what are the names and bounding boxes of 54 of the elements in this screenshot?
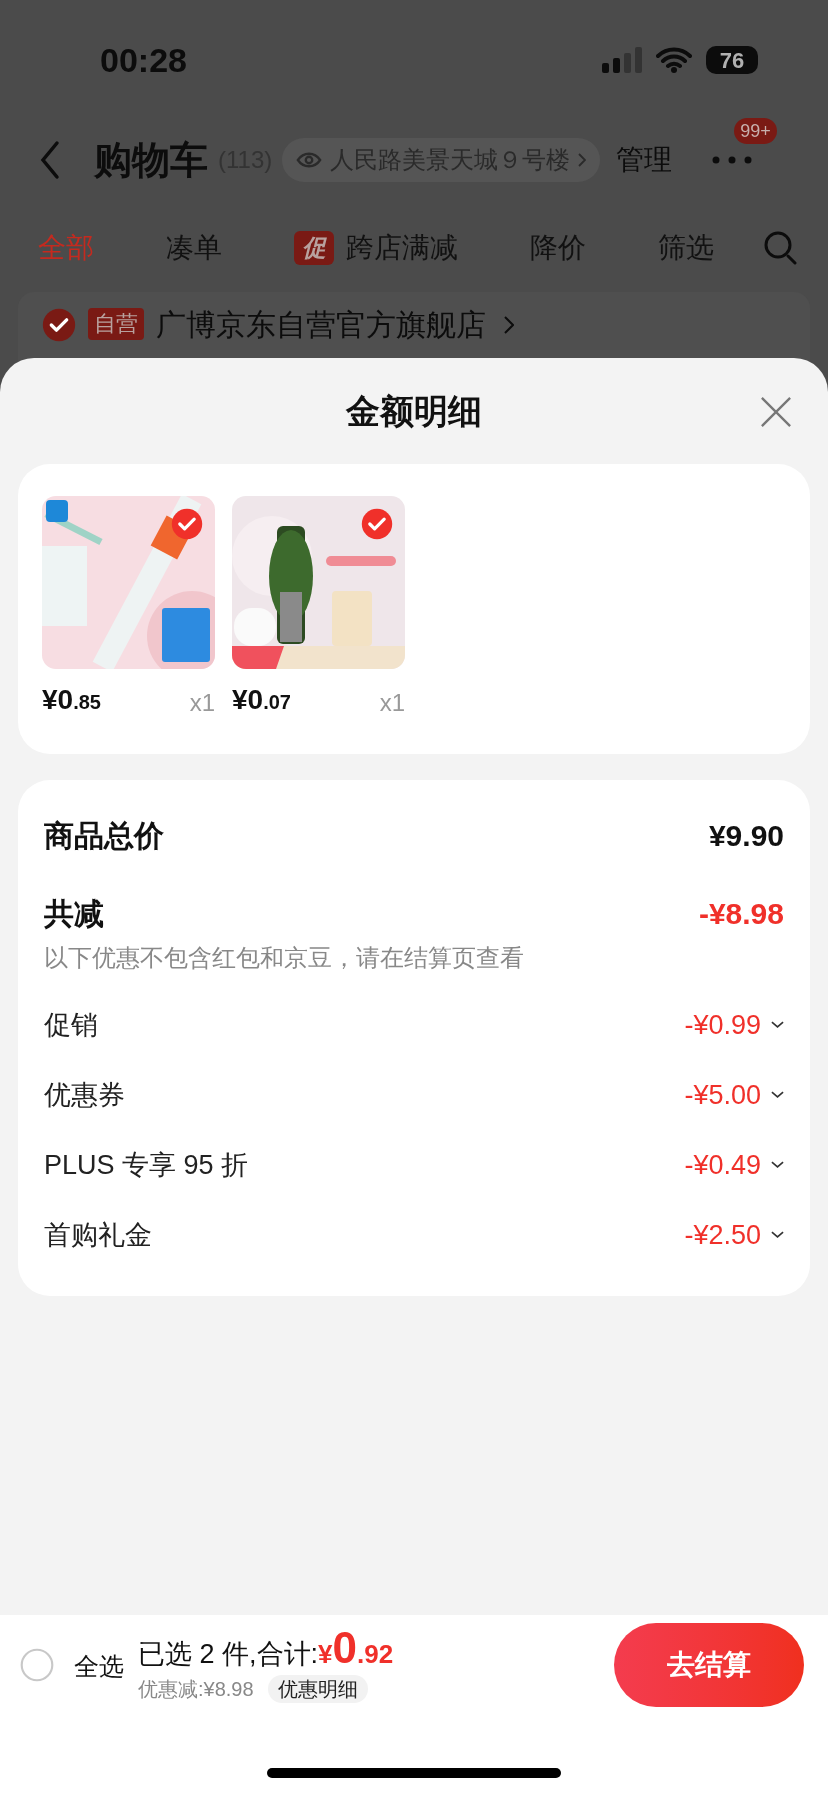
store-name[interactable]: 广博京东自营官方旗舰店 xyxy=(156,308,486,342)
self-run-tag: 自营 xyxy=(88,308,144,340)
checkbox[interactable] xyxy=(361,508,393,540)
select-all-label[interactable]: 全选 xyxy=(74,1648,124,1686)
discount-label: 促销 xyxy=(44,1008,99,1042)
filter-tab[interactable]: 筛选 xyxy=(658,227,714,269)
promo-tag: 促 xyxy=(294,231,334,265)
filter-tab[interactable]: 凑单 xyxy=(166,227,222,269)
manage-link[interactable]: 管理 xyxy=(616,139,673,181)
checkout-button[interactable]: 去结算 xyxy=(614,1623,804,1707)
more-icon[interactable] xyxy=(712,156,753,164)
total-price: ¥0.92 xyxy=(318,1625,394,1674)
product-price: ¥0.85 xyxy=(42,683,101,717)
discount-value: -¥0.49 xyxy=(684,1148,761,1182)
wifi-icon xyxy=(656,47,692,73)
discount-value: -¥0.99 xyxy=(684,1008,761,1042)
filter-tab[interactable]: 降价 xyxy=(530,227,586,269)
sheet-title: 金额明细 xyxy=(346,390,482,432)
close-icon[interactable] xyxy=(760,396,792,428)
page-title: 购物车 xyxy=(94,137,208,183)
saved-amount: 优惠减:¥8.98 xyxy=(138,1677,254,1703)
chevron-down-icon[interactable] xyxy=(771,1161,784,1169)
checkbox[interactable] xyxy=(171,508,203,540)
signal-icon xyxy=(602,47,642,73)
chevron-right-icon xyxy=(578,153,587,167)
total-value: ¥9.90 xyxy=(708,817,784,854)
product-price: ¥0.07 xyxy=(232,683,291,717)
discount-value: -¥5.00 xyxy=(684,1078,761,1112)
reduction-label: 共减 xyxy=(44,895,104,932)
search-icon[interactable] xyxy=(764,231,798,265)
details-button[interactable]: 优惠明细 xyxy=(267,1675,368,1704)
discount-label: PLUS 专享 95 折 xyxy=(44,1148,250,1182)
chevron-down-icon[interactable] xyxy=(771,1231,784,1239)
discount-label: 优惠券 xyxy=(44,1078,126,1112)
reduction-note: 以下优惠不包含红包和京豆，请在结算页查看 xyxy=(44,943,525,973)
discount-label: 首购礼金 xyxy=(44,1218,153,1252)
total-label: 商品总价 xyxy=(44,817,164,854)
chevron-down-icon[interactable] xyxy=(771,1021,784,1029)
quantity-label: x1 xyxy=(189,688,215,718)
selection-summary: 已选 2 件,合计: xyxy=(138,1637,319,1671)
checkbox[interactable] xyxy=(20,1648,54,1682)
battery-icon: 76 xyxy=(706,46,758,74)
status-time: 00:28 xyxy=(100,39,187,81)
filter-tab[interactable]: 跨店满减 xyxy=(346,227,458,269)
filter-tab[interactable]: 全部 xyxy=(38,227,94,269)
chevron-down-icon[interactable] xyxy=(771,1091,784,1099)
notification-badge: 99+ xyxy=(734,118,777,144)
checkbox[interactable] xyxy=(42,308,76,342)
discount-value: -¥2.50 xyxy=(684,1218,761,1252)
eye-icon xyxy=(296,151,323,169)
reduction-value: -¥8.98 xyxy=(698,895,784,932)
back-icon[interactable] xyxy=(40,140,60,180)
chevron-right-icon[interactable] xyxy=(504,316,514,334)
quantity-label: x1 xyxy=(379,688,405,718)
